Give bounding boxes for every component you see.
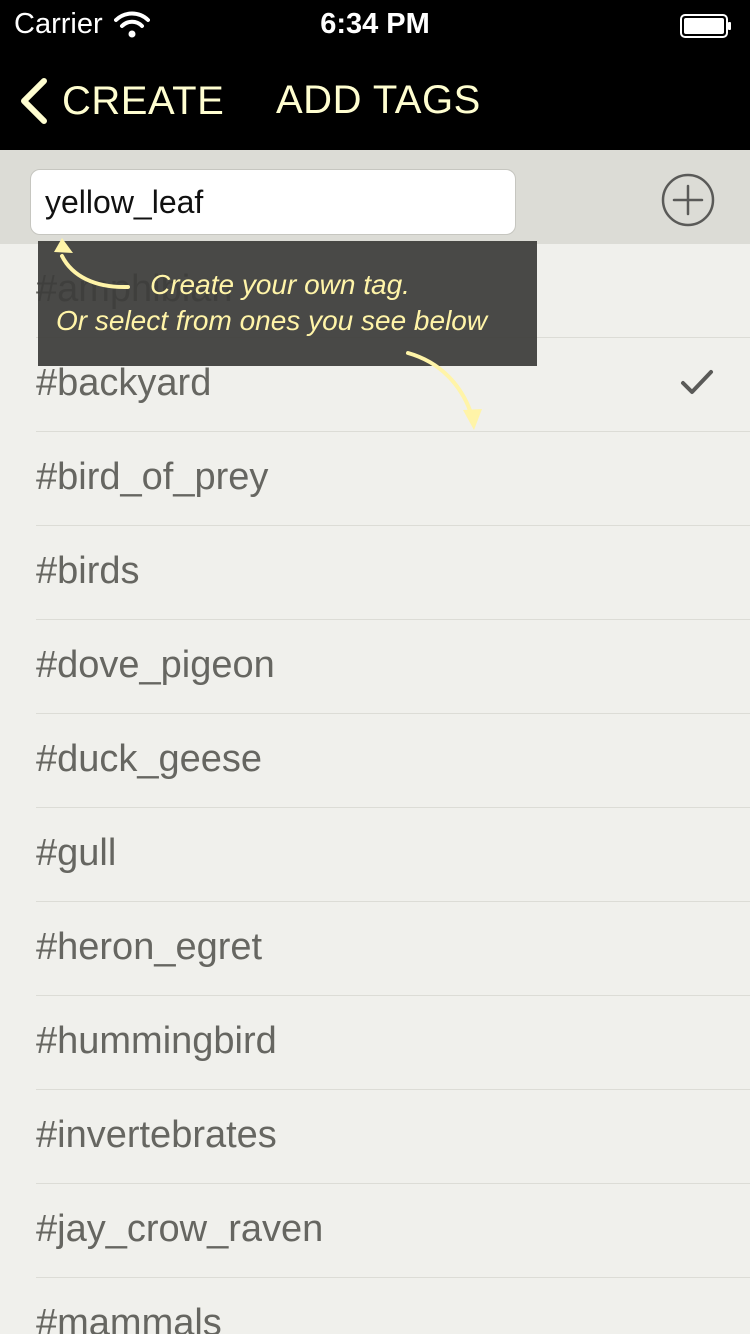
tag-row[interactable]: #dove_pigeon — [0, 620, 750, 714]
chevron-left-icon — [21, 78, 47, 124]
tag-label: #dove_pigeon — [36, 644, 275, 686]
tag-row[interactable]: #duck_geese — [0, 714, 750, 808]
tooltip-line-2: Or select from ones you see below — [56, 305, 488, 336]
tag-label: #invertebrates — [36, 1114, 277, 1156]
tag-label: #gull — [36, 832, 117, 874]
status-bar: Carrier 6:34 PM — [0, 0, 750, 50]
back-button-label: CREATE — [62, 78, 225, 123]
tag-label: #jay_crow_raven — [36, 1208, 324, 1250]
tag-row[interactable]: #mammals — [0, 1278, 750, 1334]
tag-label: #duck_geese — [36, 738, 263, 780]
tag-list: #amphibian#backyard#bird_of_prey#birds#d… — [0, 244, 750, 1334]
checkmark-icon — [681, 370, 713, 394]
tag-row[interactable]: #heron_egret — [0, 902, 750, 996]
tag-row[interactable]: #invertebrates — [0, 1090, 750, 1184]
tag-label: #hummingbird — [36, 1020, 277, 1062]
tag-label: #heron_egret — [36, 926, 263, 968]
back-button[interactable]: CREATE — [16, 78, 224, 124]
tooltip-line-1: Create your own tag. — [150, 269, 410, 300]
tag-label: #mammals — [36, 1302, 222, 1334]
page-title: ADD TAGS — [276, 78, 481, 122]
plus-circle-icon[interactable] — [660, 172, 716, 228]
tag-row[interactable]: #hummingbird — [0, 996, 750, 1090]
tag-input-bar — [0, 150, 750, 244]
tag-label: #backyard — [36, 362, 212, 404]
navigation-bar: CREATE ADD TAGS — [0, 50, 750, 150]
tooltip-overlay: Create your own tag. Or select from ones… — [38, 241, 537, 366]
battery-icon — [680, 14, 731, 38]
tag-row[interactable]: #jay_crow_raven — [0, 1184, 750, 1278]
tag-row[interactable]: #bird_of_prey — [0, 432, 750, 526]
tag-label: #bird_of_prey — [36, 456, 269, 498]
tag-label: #birds — [36, 550, 140, 592]
tag-input[interactable] — [30, 169, 516, 235]
tag-row[interactable]: #birds — [0, 526, 750, 620]
status-time: 6:34 PM — [320, 8, 430, 40]
tag-row[interactable]: #gull — [0, 808, 750, 902]
